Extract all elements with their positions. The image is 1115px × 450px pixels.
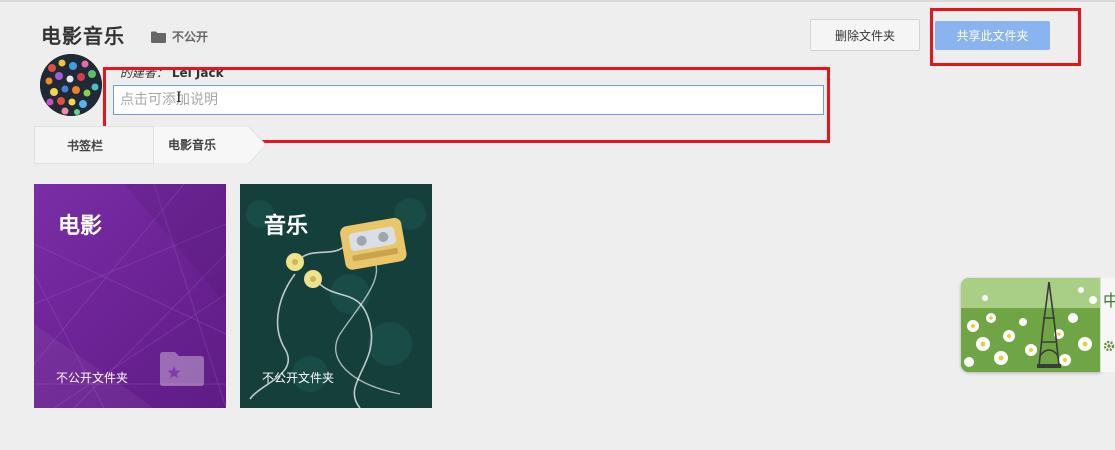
floating-image-widget[interactable] bbox=[961, 278, 1101, 372]
folder-title-music: 音乐 bbox=[264, 213, 309, 239]
highlight-box-share bbox=[930, 8, 1081, 66]
breadcrumb-item-current[interactable]: 电影音乐 bbox=[132, 126, 268, 164]
eiffel-daisy-image bbox=[961, 278, 1101, 372]
star-folder-icon bbox=[160, 352, 204, 386]
privacy-label: 不公开 bbox=[172, 30, 209, 44]
avatar[interactable] bbox=[40, 54, 102, 116]
folder-card-music[interactable]: 音乐 不公开文件夹 bbox=[240, 184, 432, 408]
delete-folder-button[interactable]: 删除文件夹 bbox=[810, 19, 920, 51]
privacy-indicator: 不公开 bbox=[151, 28, 208, 45]
top-divider bbox=[0, 0, 1115, 2]
page-title: 电影音乐 bbox=[41, 24, 125, 48]
folder-card-movie[interactable]: 电影 不公开文件夹 bbox=[34, 184, 226, 408]
widget-side-char[interactable]: 中 bbox=[1103, 287, 1115, 311]
folder-icon bbox=[151, 31, 166, 43]
folder-title-movie: 电影 bbox=[58, 213, 103, 239]
folder-status-music: 不公开文件夹 bbox=[262, 371, 335, 385]
gear-icon[interactable] bbox=[1103, 340, 1115, 352]
folder-status-movie: 不公开文件夹 bbox=[56, 371, 129, 385]
